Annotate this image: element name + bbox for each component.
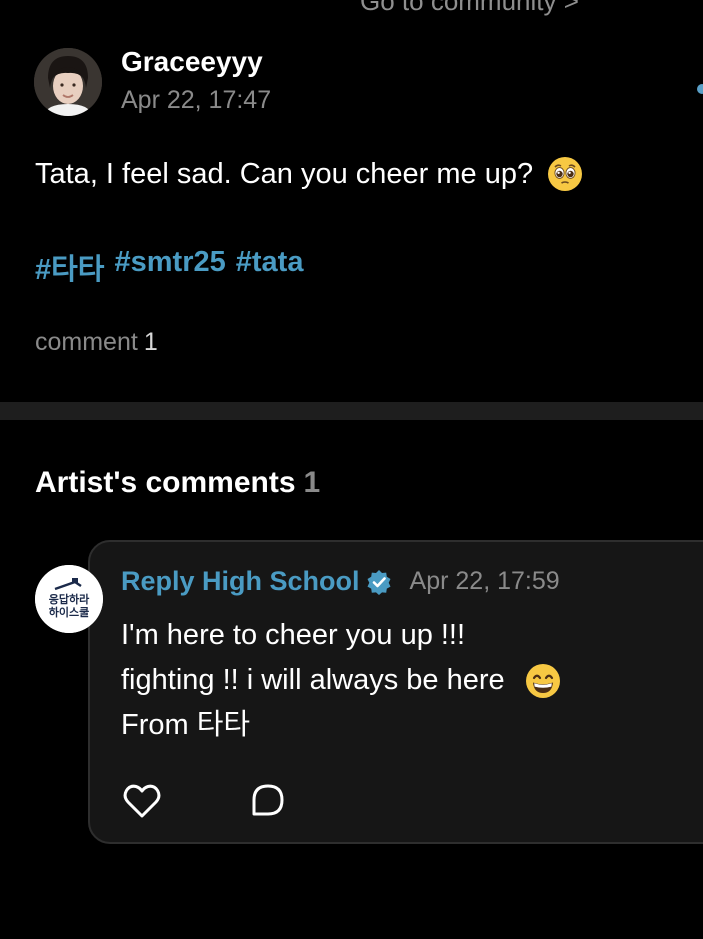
comment-count-button[interactable]: comment 1 [35,328,158,357]
artist-name[interactable]: Reply High School [121,566,360,597]
pleading-face-icon [547,156,583,192]
post-author-name[interactable]: Graceeyyy [121,46,263,78]
scroll-indicator [697,84,703,94]
artist-comments-title: Artist's comments [35,466,296,499]
post-body: Tata, I feel sad. Can you cheer me up? [35,156,583,192]
artist-reply-header: Reply High School Apr 22, 17:59 [121,566,560,597]
post-author-avatar[interactable] [34,48,102,116]
section-divider [0,402,703,420]
svg-text:응답하라: 응답하라 [49,592,90,606]
artist-comments-count: 1 [303,466,321,499]
go-to-community-link[interactable]: Go to community > [360,0,579,17]
reply-line: fighting !! i will always be here [121,658,561,703]
post-text: Tata, I feel sad. Can you cheer me up? [35,157,534,190]
reply-text: From 타타 [121,709,251,741]
comment-count: 1 [143,328,158,356]
svg-text:하이스쿨: 하이스쿨 [49,605,89,619]
artist-comments-heading: Artist's comments 1 [35,466,320,500]
heart-icon [123,784,161,818]
comment-label: comment [35,328,138,356]
reply-text: I'm here to cheer you up !!! [121,619,466,651]
post-timestamp: Apr 22, 17:47 [121,86,272,114]
hashtag-link[interactable]: #타타 [35,246,105,288]
reply-button[interactable] [249,782,287,820]
reply-line: I'm here to cheer you up !!! [121,613,561,658]
hashtag-list: #타타 #smtr25 #tata [35,246,303,288]
artist-reply-timestamp: Apr 22, 17:59 [409,567,560,595]
hashtag-link[interactable]: #smtr25 [115,246,226,288]
like-button[interactable] [122,782,162,820]
artist-reply-body: I'm here to cheer you up !!! fighting !!… [121,613,561,748]
reply-line: From 타타 [121,703,561,748]
reply-text: fighting !! i will always be here [121,664,505,696]
verified-badge-icon [366,569,392,595]
artist-avatar[interactable]: 응답하라 하이스쿨 [35,565,103,633]
grinning-face-icon [525,663,561,699]
comment-bubble-icon [252,784,284,816]
hashtag-link[interactable]: #tata [236,246,304,288]
